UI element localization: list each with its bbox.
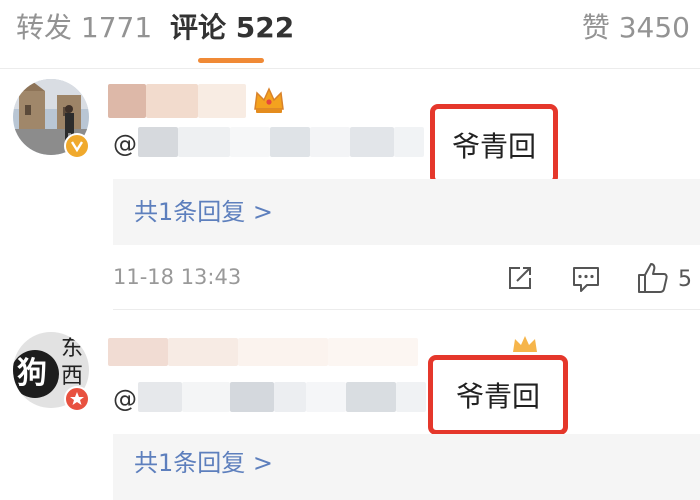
username-masked[interactable] (108, 84, 248, 118)
comment-tabbar: 转发 1771 评论 522 赞 3450 (0, 0, 700, 69)
comment-icon[interactable] (571, 264, 601, 294)
tab-comments[interactable]: 评论 522 (170, 10, 294, 46)
tab-comments-label: 评论 (170, 11, 227, 44)
verified-badge-icon (64, 133, 90, 159)
tab-reposts-count: 1771 (80, 11, 153, 44)
like-icon[interactable] (636, 261, 670, 295)
tab-likes-label: 赞 (581, 11, 610, 44)
share-icon[interactable] (505, 263, 535, 293)
mention-prefix: @ (113, 130, 137, 158)
tab-comments-count: 522 (235, 11, 295, 44)
active-tab-indicator (198, 58, 264, 63)
tab-likes-count: 3450 (618, 11, 690, 44)
mention-masked[interactable] (138, 380, 428, 414)
tab-reposts-label: 转发 (16, 11, 73, 44)
mention-prefix: @ (113, 385, 137, 413)
mention-masked[interactable] (138, 125, 428, 159)
comment-item: @ 爷青回 共1条回复 > 11-18 13:43 5 (0, 69, 700, 309)
tab-likes[interactable]: 赞 3450 (582, 10, 690, 46)
reply-summary-link[interactable]: 共1条回复 > (134, 446, 273, 480)
avatar-glyph-main: 狗 (17, 356, 47, 391)
highlight-text: 爷青回 (455, 380, 540, 413)
verified-badge-icon (64, 386, 90, 412)
crown-icon (252, 85, 286, 119)
highlight-annotation: 爷青回 (428, 355, 568, 435)
highlight-text: 爷青回 (451, 129, 536, 163)
comment-item: 狗 东 西 @ 爷青回 共1条回复 > (0, 310, 700, 500)
reply-summary-link[interactable]: 共1条回复 > (134, 195, 273, 229)
tab-reposts[interactable]: 转发 1771 (16, 10, 152, 46)
comment-timestamp: 11-18 13:43 (113, 265, 242, 289)
like-count: 5 (678, 267, 692, 292)
username-masked[interactable] (108, 338, 418, 368)
avatar-glyph-side-1: 东 (61, 336, 84, 361)
highlight-annotation: 爷青回 (430, 104, 558, 185)
